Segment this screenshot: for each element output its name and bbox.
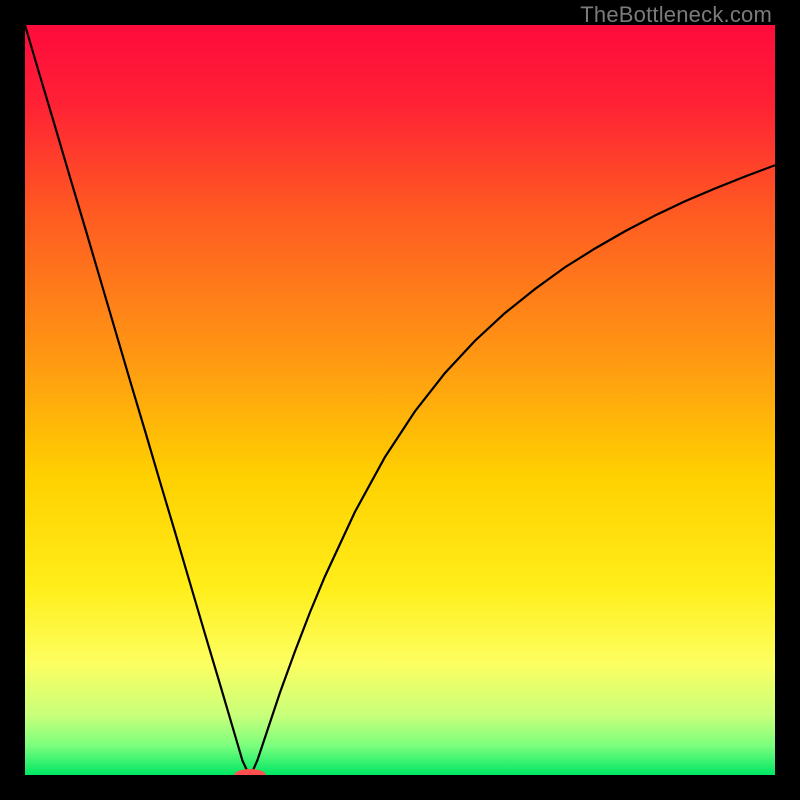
watermark-text: TheBottleneck.com: [580, 2, 772, 28]
chart-frame: [25, 25, 775, 775]
chart-background: [25, 25, 775, 775]
bottleneck-chart: [25, 25, 775, 775]
